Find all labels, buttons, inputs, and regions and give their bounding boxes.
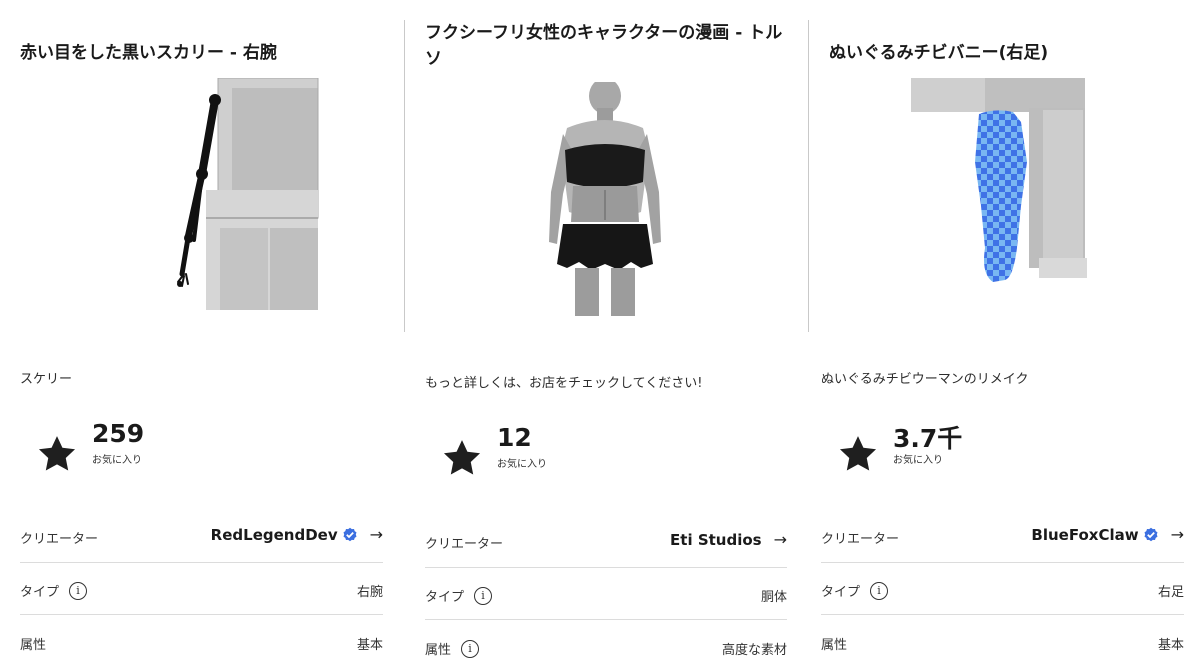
type-row: タイプ i 右腕 — [20, 577, 383, 601]
star-icon[interactable] — [441, 437, 483, 479]
item-thumbnail[interactable] — [160, 77, 320, 310]
favorites-label: お気に入り — [497, 459, 547, 470]
info-icon[interactable]: i — [69, 581, 88, 600]
item-title[interactable]: 赤い目をした黒いスカリー - 右腕 — [20, 40, 389, 66]
verified-badge-icon — [343, 527, 357, 541]
attribute-value: 基本 — [1157, 638, 1184, 653]
divider — [821, 562, 1184, 563]
item-card-skeleton-arm: 赤い目をした黒いスカリー - 右腕 スケリー 259 お気に入り クリエーター … — [0, 0, 403, 671]
attribute-label: 属性 — [821, 638, 848, 653]
type-value: 右腕 — [356, 585, 383, 600]
info-icon[interactable]: i — [474, 586, 493, 605]
type-row: タイプ i 右足 — [821, 577, 1184, 601]
info-icon[interactable]: i — [870, 581, 889, 600]
favorites-count: 259 — [92, 419, 145, 448]
verified-badge-icon — [1144, 527, 1158, 541]
item-card-comic-torso: フクシーフリ女性のキャラクターの漫画 - トルソ もっと詳しくは、お店をチェック… — [405, 0, 807, 671]
creator-label: クリエーター — [425, 537, 504, 552]
creator-row[interactable]: クリエーター BlueFoxClaw → — [821, 524, 1184, 548]
item-title[interactable]: ぬいぐるみチビバニー(右足) — [829, 40, 1186, 66]
creator-label: クリエーター — [821, 532, 900, 547]
item-thumbnail[interactable] — [909, 78, 1089, 284]
creator-row[interactable]: クリエーター RedLegendDev → — [20, 524, 383, 548]
arrow-right-icon[interactable]: → — [370, 525, 383, 544]
attribute-label: 属性 — [425, 643, 452, 658]
divider — [425, 619, 787, 620]
favorites-count: 3.7千 — [893, 424, 963, 453]
type-label: タイプ — [20, 585, 60, 600]
creator-label: クリエーター — [20, 532, 99, 547]
creator-name[interactable]: BlueFoxClaw — [1031, 526, 1138, 544]
divider — [821, 614, 1184, 615]
item-description: もっと詳しくは、お店をチェックしてください! — [425, 376, 703, 391]
type-value: 胴体 — [760, 590, 787, 605]
star-icon[interactable] — [36, 433, 78, 475]
attribute-row: 属性 基本 — [20, 630, 383, 654]
item-card-plush-bunny-leg: ぬいぐるみチビバニー(右足) ぬいぐるみチビウーマンのリメイク 3.7千 お気に… — [809, 0, 1200, 671]
item-thumbnail[interactable] — [545, 78, 665, 318]
creator-row[interactable]: クリエーター Eti Studios → — [425, 529, 787, 553]
divider — [425, 567, 787, 568]
divider — [20, 614, 383, 615]
arrow-right-icon[interactable]: → — [1171, 525, 1184, 544]
info-icon[interactable]: i — [461, 639, 480, 658]
favorites-label: お気に入り — [92, 455, 142, 466]
creator-name[interactable]: Eti Studios — [670, 531, 762, 549]
creator-name[interactable]: RedLegendDev — [211, 526, 338, 544]
divider — [20, 562, 383, 563]
type-label: タイプ — [821, 585, 861, 600]
attribute-label: 属性 — [20, 638, 47, 653]
favorites-label: お気に入り — [893, 455, 943, 466]
attribute-row: 属性 i 高度な素材 — [425, 635, 787, 659]
star-icon[interactable] — [837, 433, 879, 475]
item-description: ぬいぐるみチビウーマンのリメイク — [821, 372, 1029, 387]
attribute-value: 高度な素材 — [721, 643, 787, 658]
attribute-value: 基本 — [356, 638, 383, 653]
attribute-row: 属性 基本 — [821, 630, 1184, 654]
arrow-right-icon[interactable]: → — [774, 530, 787, 549]
item-title[interactable]: フクシーフリ女性のキャラクターの漫画 - トルソ — [425, 20, 793, 72]
favorites-count: 12 — [497, 423, 532, 452]
type-label: タイプ — [425, 590, 465, 605]
type-value: 右足 — [1157, 585, 1184, 600]
type-row: タイプ i 胴体 — [425, 582, 787, 606]
item-description: スケリー — [20, 372, 73, 387]
